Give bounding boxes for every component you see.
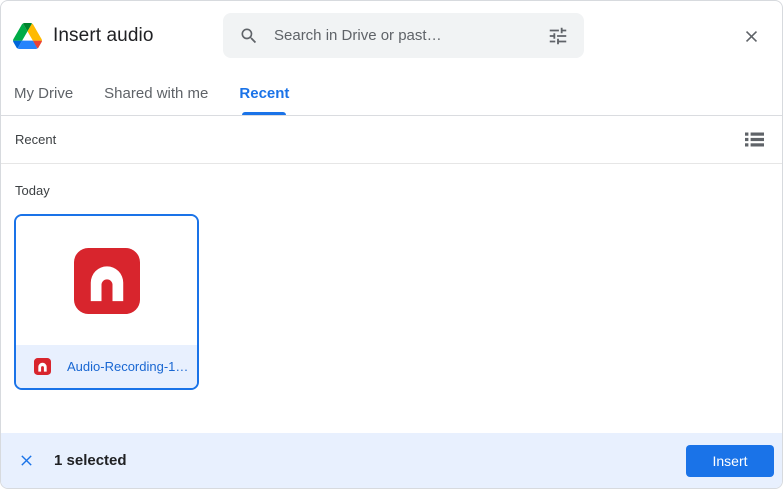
tab-label: Shared with me — [104, 84, 209, 102]
file-name: Audio-Recording-1… — [67, 359, 187, 374]
dialog-header: Insert audio — [1, 1, 782, 71]
file-thumbnail — [16, 216, 197, 345]
file-card-footer: Audio-Recording-1… — [16, 345, 197, 388]
search-icon — [241, 28, 257, 43]
section-label: Recent — [15, 132, 57, 147]
file-card[interactable]: Audio-Recording-1… — [14, 214, 199, 390]
search-input[interactable] — [272, 26, 546, 45]
insert-audio-dialog: Insert audio My Drive Shared with me — [0, 0, 783, 489]
deselect-button[interactable] — [13, 448, 39, 474]
tab-my-drive[interactable]: My Drive — [14, 71, 73, 115]
tab-shared-with-me[interactable]: Shared with me — [104, 71, 208, 115]
selection-bar: 1 selected Insert — [1, 433, 782, 488]
section-toolbar: Recent — [1, 116, 782, 164]
tab-label: My Drive — [14, 84, 74, 102]
headphones-icon — [73, 247, 140, 314]
tab-recent[interactable]: Recent — [239, 71, 289, 115]
tab-label: Recent — [239, 84, 290, 102]
active-tab-indicator — [242, 112, 287, 115]
group-label: Today — [15, 183, 50, 198]
list-view-button[interactable] — [744, 132, 764, 148]
tab-bar: My Drive Shared with me Recent — [1, 71, 782, 116]
file-grid: Today Audio-Recording-1… — [1, 164, 782, 437]
close-dialog-button[interactable] — [740, 25, 762, 47]
insert-button[interactable]: Insert — [686, 444, 774, 477]
selection-count: 1 selected — [54, 452, 127, 469]
close-icon — [20, 455, 32, 466]
close-icon — [745, 30, 757, 42]
dialog-title: Insert audio — [53, 25, 154, 46]
google-drive-logo-icon — [13, 23, 42, 49]
search-options-button[interactable] — [546, 24, 570, 48]
headphones-icon-small — [34, 358, 51, 375]
list-view-icon — [744, 132, 764, 147]
search-box[interactable] — [223, 13, 584, 58]
tune-icon — [549, 27, 567, 44]
